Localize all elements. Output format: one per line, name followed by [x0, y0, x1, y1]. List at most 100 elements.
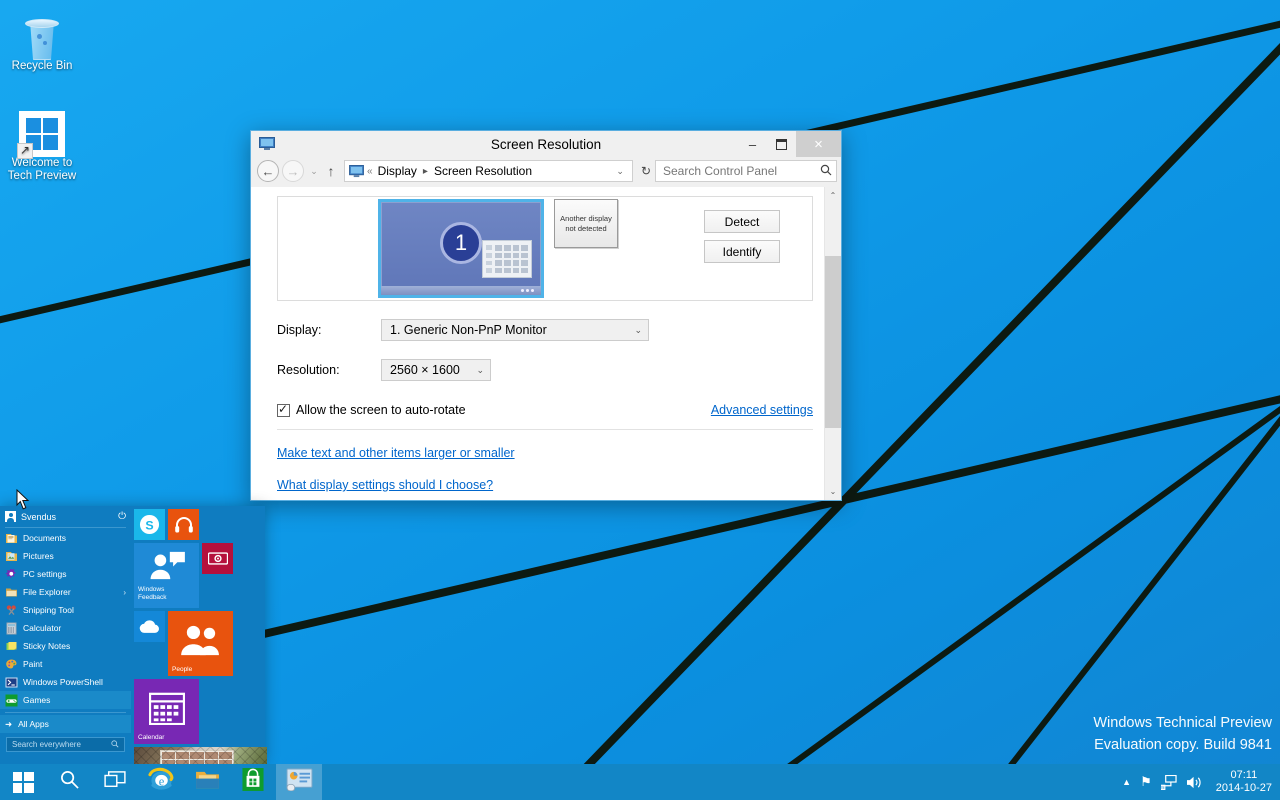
action-center-icon[interactable]: ⚑ [1140, 774, 1152, 790]
volume-icon[interactable] [1186, 775, 1203, 790]
tile-windows-feedback[interactable]: Windows Feedback [134, 543, 199, 608]
scroll-up-button[interactable]: ⌃ [825, 187, 842, 204]
store-bag-icon [242, 767, 264, 797]
screen-resolution-window[interactable]: Screen Resolution – × ← → ⌄ ↑ « Display … [250, 130, 842, 501]
desktop-icon-recycle-bin[interactable]: Recycle Bin [0, 8, 84, 73]
window-body: 1 Another display not detected Detect Id… [251, 187, 841, 500]
taskbar-internet-explorer-button[interactable]: e [138, 764, 184, 800]
forward-button[interactable]: → [282, 160, 304, 182]
taskbar-thumbnail [381, 286, 541, 295]
maximize-button[interactable] [767, 131, 796, 157]
start-menu-item-games[interactable]: Games [0, 691, 131, 709]
calculator-icon [5, 622, 18, 635]
tile-skype[interactable]: S [134, 509, 165, 540]
start-menu-item-snipping-tool[interactable]: Snipping Tool [0, 601, 131, 619]
search-input[interactable]: Search Control Panel [655, 160, 837, 182]
taskbar-task-view-button[interactable] [92, 764, 138, 800]
start-menu-item-calculator[interactable]: Calculator [0, 619, 131, 637]
network-icon[interactable] [1160, 774, 1177, 790]
show-hidden-icons-button[interactable]: ▲ [1122, 777, 1131, 787]
start-menu-item-file-explorer[interactable]: File Explorer › [0, 583, 131, 601]
tile-caption: People [172, 666, 193, 673]
all-apps-button[interactable]: ➜ All Apps [0, 715, 131, 733]
scrollbar-track[interactable] [824, 204, 841, 483]
recent-locations-button[interactable]: ⌄ [307, 166, 321, 177]
desktop-icon-welcome-tech-preview[interactable]: ↗ Welcome to Tech Preview [0, 105, 84, 183]
minimize-button[interactable]: – [738, 131, 767, 157]
clock[interactable]: 07:11 2014-10-27 [1216, 769, 1272, 795]
window-titlebar[interactable]: Screen Resolution – × [251, 131, 841, 157]
identify-button[interactable]: Identify [704, 240, 780, 263]
chevron-down-icon: ⌄ [634, 324, 642, 335]
display-select[interactable]: 1. Generic Non-PnP Monitor ⌄ [381, 319, 649, 341]
taskbar-screen-resolution-button[interactable] [276, 764, 322, 800]
start-menu-item-label: Windows PowerShell [23, 677, 103, 687]
mouse-cursor [16, 489, 30, 510]
start-menu-item-label: Calculator [23, 623, 62, 633]
close-button[interactable]: × [796, 131, 841, 157]
breadcrumb-item-screen-resolution[interactable]: Screen Resolution [432, 163, 534, 179]
gear-icon [5, 568, 18, 581]
start-menu-tiles-panel: S Windows Feedback People Calendar [131, 506, 267, 797]
svg-text:S: S [145, 518, 153, 532]
tile-calendar[interactable]: Calendar [134, 679, 199, 744]
windows-start-icon [12, 771, 34, 793]
tile-music[interactable] [168, 509, 199, 540]
auto-rotate-row: Allow the screen to auto-rotate Advanced… [277, 402, 813, 417]
scrollbar-thumb[interactable] [824, 256, 841, 428]
cloud-icon [134, 611, 165, 642]
taskbar-store-button[interactable] [230, 764, 276, 800]
start-menu-item-label: Paint [23, 659, 43, 669]
breadcrumb-item-display[interactable]: Display [376, 163, 419, 179]
desktop-icon-label-line1: Welcome to [11, 157, 73, 169]
desktop-icon-label: Recycle Bin [11, 60, 73, 72]
auto-rotate-checkbox[interactable] [277, 402, 290, 417]
back-button[interactable]: ← [257, 160, 279, 182]
start-menu-item-paint[interactable]: Paint [0, 655, 131, 673]
start-menu-item-documents[interactable]: Documents [0, 529, 131, 547]
start-menu-item-sticky-notes[interactable]: Sticky Notes [0, 637, 131, 655]
navigation-bar: ← → ⌄ ↑ « Display ▸ Screen Resolution ⌄ … [251, 157, 841, 187]
display-preview-area[interactable]: 1 Another display not detected Detect Id… [277, 196, 813, 301]
power-icon[interactable]: ⏻ [118, 511, 126, 522]
breadcrumb[interactable]: « Display ▸ Screen Resolution ⌄ [344, 160, 633, 182]
start-menu-item-windows-powershell[interactable]: Windows PowerShell [0, 673, 131, 691]
user-avatar [5, 511, 16, 522]
scroll-down-button[interactable]: ⌄ [825, 483, 842, 500]
internet-explorer-icon: e [147, 767, 175, 797]
resolution-select[interactable]: 2560 × 1600 ⌄ [381, 359, 491, 381]
arrow-right-icon: ➜ [5, 718, 13, 729]
tile-people[interactable]: People [168, 611, 233, 676]
user-account-row[interactable]: Svendus ⏻ [0, 508, 131, 525]
display-monitor-icon [349, 164, 364, 177]
start-menu-left-panel: Svendus ⏻ Documents Pictures PC settings [0, 506, 131, 764]
start-menu-item-pictures[interactable]: Pictures [0, 547, 131, 565]
breadcrumb-overflow[interactable]: « [367, 166, 373, 177]
start-menu-item-pc-settings[interactable]: PC settings [0, 565, 131, 583]
desktop-icon-label-line2: Tech Preview [7, 170, 77, 182]
display-field-row: Display: 1. Generic Non-PnP Monitor ⌄ [277, 319, 824, 341]
refresh-icon[interactable]: ↻ [637, 164, 655, 178]
start-search-input[interactable]: Search everywhere [6, 737, 125, 752]
start-button[interactable] [0, 764, 46, 800]
chevron-down-icon: ⌄ [476, 364, 484, 375]
taskbar[interactable]: e ▲ ⚑ 07:11 2014-10-27 [0, 764, 1280, 800]
monitor-1-preview[interactable]: 1 [378, 199, 544, 298]
taskbar-search-button[interactable] [46, 764, 92, 800]
tile-caption: Windows Feedback [138, 586, 167, 601]
monitor-2-not-detected[interactable]: Another display not detected [554, 199, 618, 248]
chevron-down-icon[interactable]: ⌄ [610, 166, 630, 177]
search-icon [60, 770, 79, 794]
start-menu[interactable]: Svendus ⏻ Documents Pictures PC settings [0, 506, 267, 797]
advanced-settings-link[interactable]: Advanced settings [711, 403, 813, 417]
tile-onedrive[interactable] [134, 611, 165, 642]
clock-time: 07:11 [1230, 769, 1258, 781]
up-button[interactable]: ↑ [321, 163, 341, 179]
folder-icon [5, 586, 18, 599]
vertical-scrollbar[interactable]: ⌃ ⌄ [824, 187, 841, 500]
tile-camera[interactable] [202, 543, 233, 574]
taskbar-file-explorer-button[interactable] [184, 764, 230, 800]
what-display-settings-link[interactable]: What display settings should I choose? [277, 478, 493, 492]
make-text-larger-link[interactable]: Make text and other items larger or smal… [277, 446, 515, 460]
detect-button[interactable]: Detect [704, 210, 780, 233]
